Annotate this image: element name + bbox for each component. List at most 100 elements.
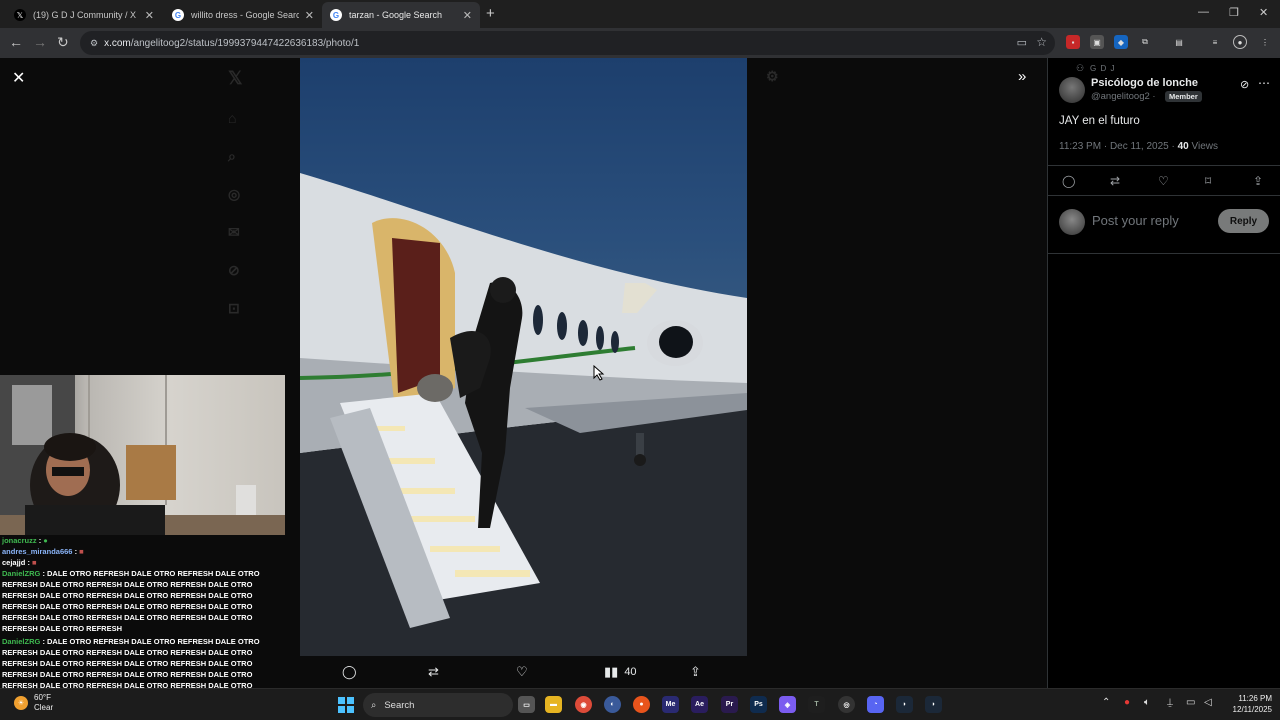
repost-icon[interactable]: ⇄ bbox=[1110, 174, 1120, 188]
share-icon[interactable]: ⇪ bbox=[1253, 174, 1263, 188]
obs-icon[interactable]: ◎ bbox=[838, 696, 855, 713]
like-button[interactable]: ♡ bbox=[516, 664, 528, 680]
network-icon[interactable]: ▭ bbox=[1186, 697, 1195, 708]
close-viewer-icon[interactable]: ✕ bbox=[12, 68, 25, 88]
close-tab-icon[interactable]: ✕ bbox=[145, 9, 154, 22]
speaker-icon[interactable]: 🔈︎ bbox=[1144, 697, 1150, 708]
close-window-icon[interactable]: ✕ bbox=[1259, 6, 1268, 19]
chrome-icon[interactable]: ◉ bbox=[575, 696, 592, 713]
tab-title: (19) G D J Community / X bbox=[33, 10, 137, 20]
extension-icon[interactable]: ◆ bbox=[1114, 35, 1128, 49]
community-icon: ⚇ bbox=[1076, 63, 1085, 73]
emote-icon: ■ bbox=[32, 558, 37, 567]
share-button[interactable]: ⇪ bbox=[690, 664, 701, 680]
chat-text: : bbox=[27, 558, 30, 567]
reply-icon[interactable]: ◯ bbox=[1062, 174, 1075, 188]
author-name[interactable]: Psicólogo de lonche bbox=[1091, 77, 1198, 89]
tab-tarzan[interactable]: G tarzan - Google Search ✕ bbox=[322, 2, 480, 28]
webcam-overlay bbox=[0, 375, 285, 535]
system-clock[interactable]: 11:26 PM 12/11/2025 bbox=[1222, 693, 1272, 715]
photoshop-icon[interactable]: Ps bbox=[750, 696, 767, 713]
discord-icon[interactable]: ◔ bbox=[867, 696, 884, 713]
more-options-icon[interactable]: ⋯ bbox=[1258, 76, 1270, 90]
microphone-icon[interactable]: ⍊ bbox=[1167, 697, 1173, 708]
new-tab-icon[interactable]: + bbox=[486, 5, 495, 22]
post-meta: 11:23 PM · Dec 11, 2025 · 40 Views bbox=[1059, 141, 1218, 152]
chat-username: DanielZRG bbox=[2, 637, 41, 646]
author-handle[interactable]: @angelitoog2 · bbox=[1091, 91, 1156, 102]
task-view-icon[interactable]: ▭ bbox=[518, 696, 535, 713]
chat-username: DanielZRG bbox=[2, 569, 41, 578]
tab-willito-dress[interactable]: G willito dress - Google Search ✕ bbox=[164, 2, 322, 28]
chat-text: : bbox=[74, 547, 78, 556]
weather-condition: Clear bbox=[34, 703, 54, 712]
tray-chevron-icon[interactable]: ⌃ bbox=[1102, 697, 1110, 708]
forward-icon[interactable]: → bbox=[33, 34, 47, 50]
restore-icon[interactable]: ❐ bbox=[1229, 6, 1239, 19]
address-bar[interactable]: ⚙ x.com/angelitoog2/status/1999379447422… bbox=[80, 31, 1055, 55]
google-icon: G bbox=[172, 9, 184, 21]
extensions-puzzle-icon[interactable]: ⧉ bbox=[1138, 35, 1152, 49]
steam-icon[interactable]: ◗ bbox=[925, 696, 942, 713]
premiere-icon[interactable]: Pr bbox=[721, 696, 738, 713]
reading-list-icon[interactable]: ≡ bbox=[1208, 35, 1222, 49]
chat-message: DanielZRG : DALE OTRO REFRESH DALE OTRO … bbox=[2, 636, 285, 688]
home-icon: ⌂ bbox=[228, 110, 237, 126]
reply-input[interactable]: Post your reply bbox=[1092, 213, 1179, 228]
reload-icon[interactable]: ↻ bbox=[57, 34, 69, 51]
clock-date: 12/11/2025 bbox=[1232, 705, 1272, 714]
cast-icon[interactable]: ▭ bbox=[1017, 36, 1027, 49]
bookmark-icon[interactable]: ⌑ bbox=[1205, 174, 1211, 188]
chat-text: : bbox=[38, 536, 42, 545]
steam-icon[interactable]: ◗ bbox=[896, 696, 913, 713]
webcam-feed-illustration bbox=[0, 375, 285, 535]
community-name[interactable]: G D J bbox=[1090, 64, 1115, 73]
close-tab-icon[interactable]: ✕ bbox=[305, 9, 314, 22]
browser-toolbar: ← → ↻ ⚙ x.com/angelitoog2/status/1999379… bbox=[0, 28, 1280, 58]
repost-button[interactable]: ⇄ bbox=[428, 664, 439, 680]
post-timestamp[interactable]: 11:23 PM · Dec 11, 2025 · bbox=[1059, 141, 1175, 152]
tab-title: willito dress - Google Search bbox=[191, 10, 299, 20]
chat-username: andres_miranda666 bbox=[2, 547, 73, 556]
app-icon[interactable]: T bbox=[808, 696, 825, 713]
menu-kebab-icon[interactable]: ⋮ bbox=[1258, 35, 1272, 49]
tab-gdj-community[interactable]: 𝕏 (19) G D J Community / X ✕ bbox=[6, 2, 162, 28]
views-button[interactable]: ▮▮ 40 bbox=[604, 664, 637, 680]
taskbar-search[interactable]: ⌕ Search bbox=[363, 693, 513, 717]
minimize-icon[interactable]: — bbox=[1198, 6, 1209, 18]
post-text: JAY en el futuro bbox=[1059, 115, 1140, 127]
bookmark-star-icon[interactable]: ☆ bbox=[1036, 35, 1047, 49]
chat-text: : DALE OTRO REFRESH DALE OTRO REFRESH DA… bbox=[2, 569, 260, 633]
search-label: Search bbox=[384, 699, 415, 711]
post-photo[interactable] bbox=[300, 58, 747, 656]
x-logo-icon: 𝕏 bbox=[228, 68, 243, 88]
side-panel-icon[interactable]: ▤ bbox=[1172, 35, 1186, 49]
heart-icon[interactable]: ♡ bbox=[1158, 174, 1169, 188]
profile-icon[interactable]: ● bbox=[1233, 35, 1247, 49]
app-icon[interactable]: ◈ bbox=[779, 696, 796, 713]
weather-widget[interactable]: ☀ 60°F Clear bbox=[14, 693, 53, 713]
grok-icon[interactable]: ⊘ bbox=[1240, 78, 1249, 91]
reply-button[interactable]: ◯ bbox=[342, 664, 357, 680]
app-icon[interactable]: ◐ bbox=[604, 696, 621, 713]
site-info-icon[interactable]: ⚙ bbox=[90, 38, 98, 49]
expand-panel-icon[interactable]: » bbox=[1018, 68, 1026, 85]
extension-icon[interactable]: ▣ bbox=[1090, 35, 1104, 49]
emote-icon: ● bbox=[43, 536, 48, 545]
after-effects-icon[interactable]: Ae bbox=[691, 696, 708, 713]
back-icon[interactable]: ← bbox=[9, 34, 23, 50]
stream-chat: jonacruzz : ● andres_miranda666 : ■ ceja… bbox=[2, 535, 285, 688]
close-tab-icon[interactable]: ✕ bbox=[463, 9, 472, 22]
app-icon[interactable]: ● bbox=[633, 696, 650, 713]
search-icon: ⌕ bbox=[228, 148, 236, 164]
avatar[interactable] bbox=[1059, 77, 1085, 103]
volume-icon[interactable]: ◁ bbox=[1204, 697, 1212, 708]
adblock-icon[interactable]: ▪ bbox=[1066, 35, 1080, 49]
weather-sun-icon: ☀ bbox=[14, 696, 28, 710]
tray-app-icon[interactable]: ● bbox=[1124, 697, 1130, 708]
member-badge: Member bbox=[1165, 91, 1202, 102]
windows-start-icon[interactable] bbox=[338, 697, 354, 713]
file-explorer-icon[interactable]: ▬ bbox=[545, 696, 562, 713]
media-encoder-icon[interactable]: Me bbox=[662, 696, 679, 713]
reply-button[interactable]: Reply bbox=[1218, 209, 1269, 233]
